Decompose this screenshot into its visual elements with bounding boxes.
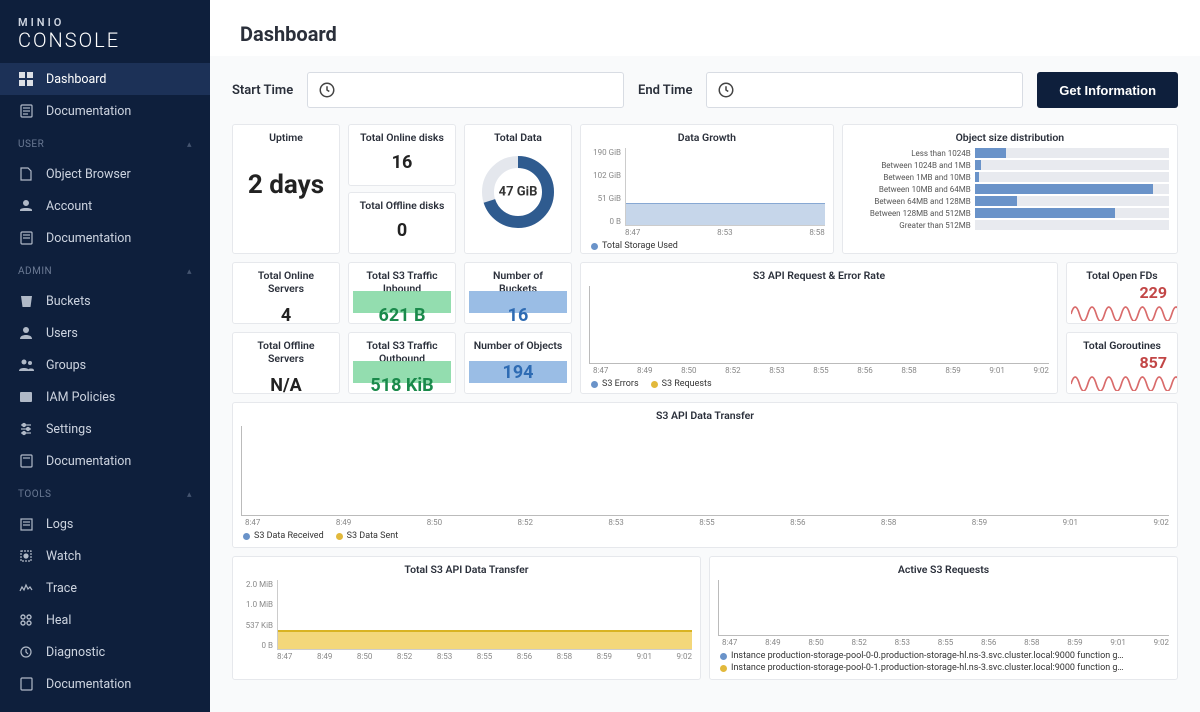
file-icon bbox=[18, 166, 34, 182]
card-api-error-rate: S3 API Request & Error Rate 8:478:498:50… bbox=[580, 262, 1058, 394]
filter-bar: Start Time End Time Get Information bbox=[232, 68, 1178, 124]
sidebar-item-documentation-tools[interactable]: Documentation bbox=[0, 668, 210, 700]
doc-icon bbox=[18, 676, 34, 692]
sidebar-item-users[interactable]: Users bbox=[0, 317, 210, 349]
sidebar-item-label: Dashboard bbox=[46, 72, 106, 87]
logs-icon bbox=[18, 516, 34, 532]
user-icon bbox=[18, 325, 34, 341]
card-buckets: Number of Buckets16 bbox=[464, 262, 572, 324]
nav-top: Dashboard Documentation bbox=[0, 61, 210, 129]
sidebar: MINIO CONSOLE Dashboard Documentation US… bbox=[0, 0, 210, 712]
doc-icon bbox=[18, 230, 34, 246]
section-tools[interactable]: TOOLS ▴ bbox=[0, 479, 210, 506]
card-offline-servers: Total Offline ServersN/A bbox=[232, 332, 340, 394]
card-online-disks: Total Online disks 16 bbox=[348, 124, 456, 186]
sidebar-item-iam-policies[interactable]: IAM Policies bbox=[0, 381, 210, 413]
card-object-size: Object size distribution Less than 1024B… bbox=[842, 124, 1178, 254]
end-time-input[interactable] bbox=[706, 72, 1023, 108]
trace-icon bbox=[18, 580, 34, 596]
area-fill bbox=[626, 203, 825, 225]
chevron-up-icon: ▴ bbox=[187, 490, 192, 500]
settings-icon bbox=[18, 421, 34, 437]
sidebar-item-logs[interactable]: Logs bbox=[0, 508, 210, 540]
sidebar-item-settings[interactable]: Settings bbox=[0, 413, 210, 445]
card-data-growth: Data Growth 190 GiB 102 GiB 51 GiB 0 B 8… bbox=[580, 124, 834, 254]
hbar-chart: Less than 1024BBetween 1024B and 1MBBetw… bbox=[851, 148, 1169, 230]
gauge-chart: 47 GiB bbox=[478, 152, 558, 232]
heal-icon bbox=[18, 612, 34, 628]
sidebar-item-heal[interactable]: Heal bbox=[0, 604, 210, 636]
uptime-value: 2 days bbox=[241, 148, 331, 222]
card-objects: Number of Objects194 bbox=[464, 332, 572, 394]
sidebar-item-diagnostic[interactable]: Diagnostic bbox=[0, 636, 210, 668]
sidebar-item-documentation[interactable]: Documentation bbox=[0, 95, 210, 127]
section-user[interactable]: USER ▴ bbox=[0, 129, 210, 156]
card-goroutines: Total Goroutines 857 bbox=[1066, 332, 1178, 394]
chevron-up-icon: ▴ bbox=[187, 267, 192, 277]
start-time-input[interactable] bbox=[307, 72, 624, 108]
end-time-label: End Time bbox=[638, 83, 692, 98]
card-offline-disks: Total Offline disks 0 bbox=[348, 192, 456, 254]
sidebar-item-documentation-admin[interactable]: Documentation bbox=[0, 445, 210, 477]
diagnostic-icon bbox=[18, 644, 34, 660]
header: Dashboard bbox=[210, 0, 1200, 56]
dashboard-icon bbox=[18, 71, 34, 87]
doc-icon bbox=[18, 103, 34, 119]
card-traffic-out: Total S3 Traffic Outbound518 KiB bbox=[348, 332, 456, 394]
card-open-fds: Total Open FDs 229 bbox=[1066, 262, 1178, 324]
card-traffic-in: Total S3 Traffic Inbound621 B bbox=[348, 262, 456, 324]
sidebar-item-account[interactable]: Account bbox=[0, 190, 210, 222]
clock-icon bbox=[717, 81, 735, 99]
page-title: Dashboard bbox=[240, 22, 1170, 46]
policy-icon bbox=[18, 389, 34, 405]
section-admin[interactable]: ADMIN ▴ bbox=[0, 256, 210, 283]
card-online-servers: Total Online Servers4 bbox=[232, 262, 340, 324]
sidebar-item-groups[interactable]: Groups bbox=[0, 349, 210, 381]
card-total-data: Total Data 47 GiB bbox=[464, 124, 572, 254]
clock-icon bbox=[318, 81, 336, 99]
sidebar-item-documentation-user[interactable]: Documentation bbox=[0, 222, 210, 254]
sidebar-item-trace[interactable]: Trace bbox=[0, 572, 210, 604]
watch-icon bbox=[18, 548, 34, 564]
card-active-requests: Active S3 Requests 8:478:498:508:528:538… bbox=[709, 556, 1178, 680]
card-data-transfer: S3 API Data Transfer 8:478:498:508:528:5… bbox=[232, 402, 1178, 548]
sidebar-item-object-browser[interactable]: Object Browser bbox=[0, 158, 210, 190]
sidebar-item-watch[interactable]: Watch bbox=[0, 540, 210, 572]
account-icon bbox=[18, 198, 34, 214]
chevron-up-icon: ▴ bbox=[187, 140, 192, 150]
sidebar-item-buckets[interactable]: Buckets bbox=[0, 285, 210, 317]
logo-line2: CONSOLE bbox=[18, 29, 192, 51]
card-uptime: Uptime 2 days bbox=[232, 124, 340, 254]
sidebar-item-label: Documentation bbox=[46, 104, 131, 119]
doc-icon bbox=[18, 453, 34, 469]
groups-icon bbox=[18, 357, 34, 373]
logo: MINIO CONSOLE bbox=[0, 0, 210, 61]
start-time-label: Start Time bbox=[232, 83, 293, 98]
sidebar-item-dashboard[interactable]: Dashboard bbox=[0, 63, 210, 95]
bucket-icon bbox=[18, 293, 34, 309]
card-total-transfer: Total S3 API Data Transfer 2.0 MiB 1.0 M… bbox=[232, 556, 701, 680]
get-information-button[interactable]: Get Information bbox=[1037, 72, 1178, 108]
